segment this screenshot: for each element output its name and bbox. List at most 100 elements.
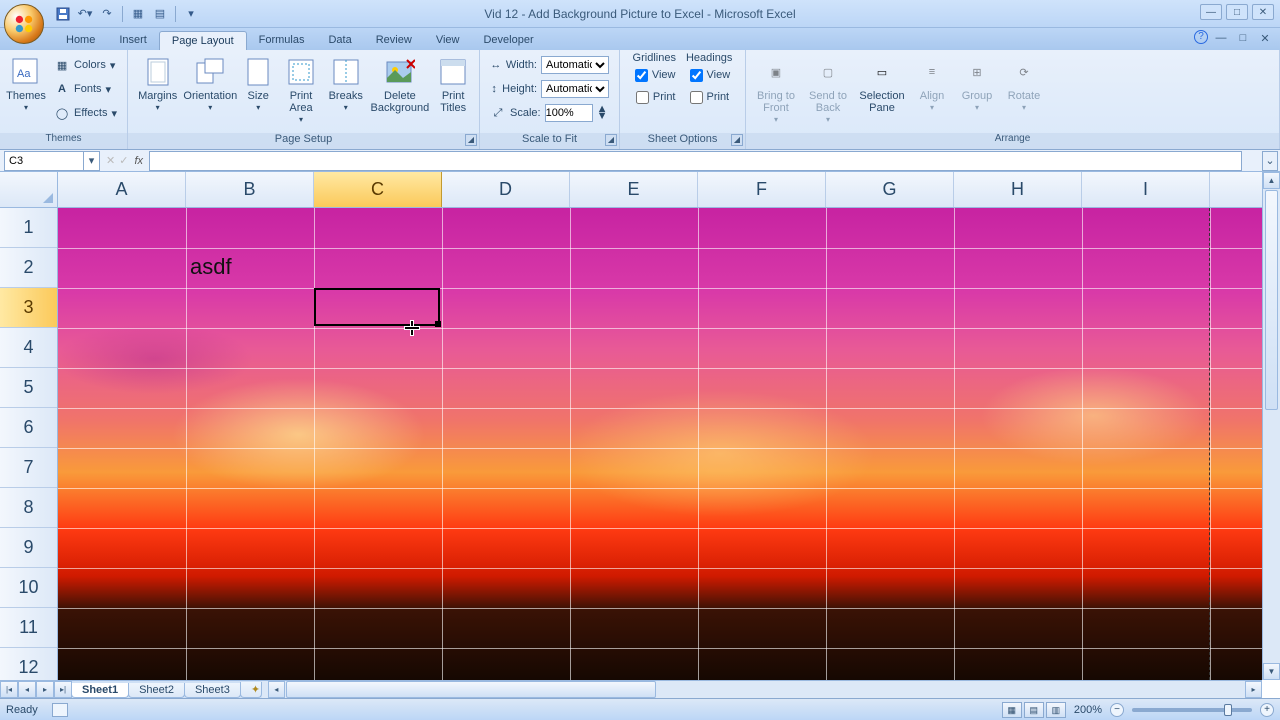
ribbon-minimize-button[interactable]: —: [1212, 30, 1230, 46]
scale-down-button[interactable]: ▼: [597, 113, 608, 120]
hscroll-thumb[interactable]: [286, 681, 656, 698]
zoom-slider[interactable]: [1132, 708, 1252, 712]
help-icon[interactable]: ?: [1194, 30, 1208, 44]
column-header-A[interactable]: A: [58, 172, 186, 207]
undo-icon[interactable]: ↶▾: [76, 5, 94, 23]
headings-print-checkbox[interactable]: Print: [690, 86, 730, 108]
gridlines-print-checkbox[interactable]: Print: [636, 86, 676, 108]
zoom-out-button[interactable]: −: [1110, 703, 1124, 717]
sheet-nav-prev-button[interactable]: ◂: [18, 681, 36, 698]
tab-formulas[interactable]: Formulas: [247, 31, 317, 50]
close-button[interactable]: ✕: [1252, 4, 1274, 20]
vscroll-thumb[interactable]: [1265, 190, 1278, 410]
zoom-in-button[interactable]: +: [1260, 703, 1274, 717]
row-header-10[interactable]: 10: [0, 568, 57, 608]
scale-height-select[interactable]: Automatic: [541, 80, 609, 98]
column-header-B[interactable]: B: [186, 172, 314, 207]
orientation-button[interactable]: Orientation: [185, 54, 235, 130]
ribbon-close-button[interactable]: ✕: [1256, 30, 1274, 46]
macro-record-icon[interactable]: [52, 703, 68, 717]
tab-home[interactable]: Home: [54, 31, 107, 50]
row-header-7[interactable]: 7: [0, 448, 57, 488]
theme-effects-button[interactable]: ◯Effects ▾: [50, 102, 121, 124]
print-area-button[interactable]: Print Area: [281, 54, 321, 130]
office-button[interactable]: [4, 4, 44, 44]
margins-button[interactable]: Margins: [134, 54, 181, 130]
row-header-4[interactable]: 4: [0, 328, 57, 368]
qat-custom2-icon[interactable]: ▤: [151, 5, 169, 23]
scroll-up-button[interactable]: ▲: [1263, 172, 1280, 189]
zoom-slider-thumb[interactable]: [1224, 704, 1232, 716]
scale-width-select[interactable]: Automatic: [541, 56, 609, 74]
select-all-button[interactable]: [0, 172, 58, 208]
themes-button[interactable]: Aa Themes: [6, 54, 46, 130]
page-setup-launcher[interactable]: ◢: [465, 134, 477, 146]
column-header-G[interactable]: G: [826, 172, 954, 207]
gridlines-view-checkbox[interactable]: View: [635, 64, 676, 86]
size-button[interactable]: Size: [239, 54, 277, 130]
row-header-3[interactable]: 3: [0, 288, 57, 328]
sheet-nav-first-button[interactable]: |◂: [0, 681, 18, 698]
headings-view-checkbox[interactable]: View: [690, 64, 731, 86]
qat-custom1-icon[interactable]: ▦: [129, 5, 147, 23]
row-header-2[interactable]: 2: [0, 248, 57, 288]
tab-insert[interactable]: Insert: [107, 31, 159, 50]
active-cell-selection[interactable]: [314, 288, 440, 326]
page-layout-view-button[interactable]: ▤: [1024, 702, 1044, 718]
breaks-button[interactable]: Breaks: [325, 54, 367, 130]
row-header-6[interactable]: 6: [0, 408, 57, 448]
column-header-I[interactable]: I: [1082, 172, 1210, 207]
redo-icon[interactable]: ↷: [98, 5, 116, 23]
name-box[interactable]: C3▾: [4, 151, 100, 171]
tab-page-layout[interactable]: Page Layout: [159, 31, 247, 50]
scroll-down-button[interactable]: ▼: [1263, 663, 1280, 680]
ribbon-restore-button[interactable]: □: [1234, 30, 1252, 46]
sheet-nav-last-button[interactable]: ▸|: [54, 681, 72, 698]
formula-input[interactable]: [149, 151, 1242, 171]
new-sheet-button[interactable]: ✦: [240, 682, 262, 698]
fx-icon[interactable]: fx: [134, 155, 143, 167]
scale-launcher[interactable]: ◢: [605, 134, 617, 146]
tab-data[interactable]: Data: [316, 31, 363, 50]
row-header-8[interactable]: 8: [0, 488, 57, 528]
horizontal-scrollbar[interactable]: ◂ ▸: [268, 681, 1262, 698]
scroll-right-button[interactable]: ▸: [1245, 681, 1262, 698]
row-header-9[interactable]: 9: [0, 528, 57, 568]
page-break-view-button[interactable]: ▥: [1046, 702, 1066, 718]
scroll-left-button[interactable]: ◂: [268, 681, 285, 698]
column-header-D[interactable]: D: [442, 172, 570, 207]
column-header-H[interactable]: H: [954, 172, 1082, 207]
delete-background-button[interactable]: Delete Background: [371, 54, 430, 130]
tab-developer[interactable]: Developer: [471, 31, 545, 50]
column-header-F[interactable]: F: [698, 172, 826, 207]
column-header-E[interactable]: E: [570, 172, 698, 207]
row-header-1[interactable]: 1: [0, 208, 57, 248]
theme-fonts-button[interactable]: AFonts ▾: [50, 78, 121, 100]
cell-B2[interactable]: asdf: [190, 254, 232, 280]
row-header-5[interactable]: 5: [0, 368, 57, 408]
row-header-11[interactable]: 11: [0, 608, 57, 648]
sheet-options-launcher[interactable]: ◢: [731, 134, 743, 146]
scale-input[interactable]: [545, 104, 593, 122]
print-titles-button[interactable]: Print Titles: [433, 54, 473, 130]
qat-customize-icon[interactable]: ▾: [182, 5, 200, 23]
tab-review[interactable]: Review: [364, 31, 424, 50]
formula-bar-expand-button[interactable]: ⌄: [1262, 151, 1278, 171]
worksheet-grid[interactable]: ABCDEFGHI 123456789101112 asdf ▲ ▼ |◂ ◂ …: [0, 172, 1280, 698]
zoom-level[interactable]: 200%: [1074, 704, 1102, 716]
row-headers[interactable]: 123456789101112: [0, 208, 58, 680]
minimize-button[interactable]: —: [1200, 4, 1222, 20]
theme-colors-button[interactable]: ▦Colors ▾: [50, 54, 121, 76]
vertical-scrollbar[interactable]: ▲ ▼: [1262, 172, 1280, 680]
normal-view-button[interactable]: ▦: [1002, 702, 1022, 718]
column-header-C[interactable]: C: [314, 172, 442, 207]
tab-view[interactable]: View: [424, 31, 472, 50]
save-icon[interactable]: [54, 5, 72, 23]
sheet-tab-sheet3[interactable]: Sheet3: [184, 683, 241, 698]
maximize-button[interactable]: □: [1226, 4, 1248, 20]
sheet-nav-next-button[interactable]: ▸: [36, 681, 54, 698]
namebox-dropdown-icon[interactable]: ▾: [83, 152, 99, 170]
sheet-tab-sheet1[interactable]: Sheet1: [71, 683, 129, 698]
selection-pane-button[interactable]: ▭Selection Pane: [856, 54, 908, 130]
column-headers[interactable]: ABCDEFGHI: [58, 172, 1262, 208]
